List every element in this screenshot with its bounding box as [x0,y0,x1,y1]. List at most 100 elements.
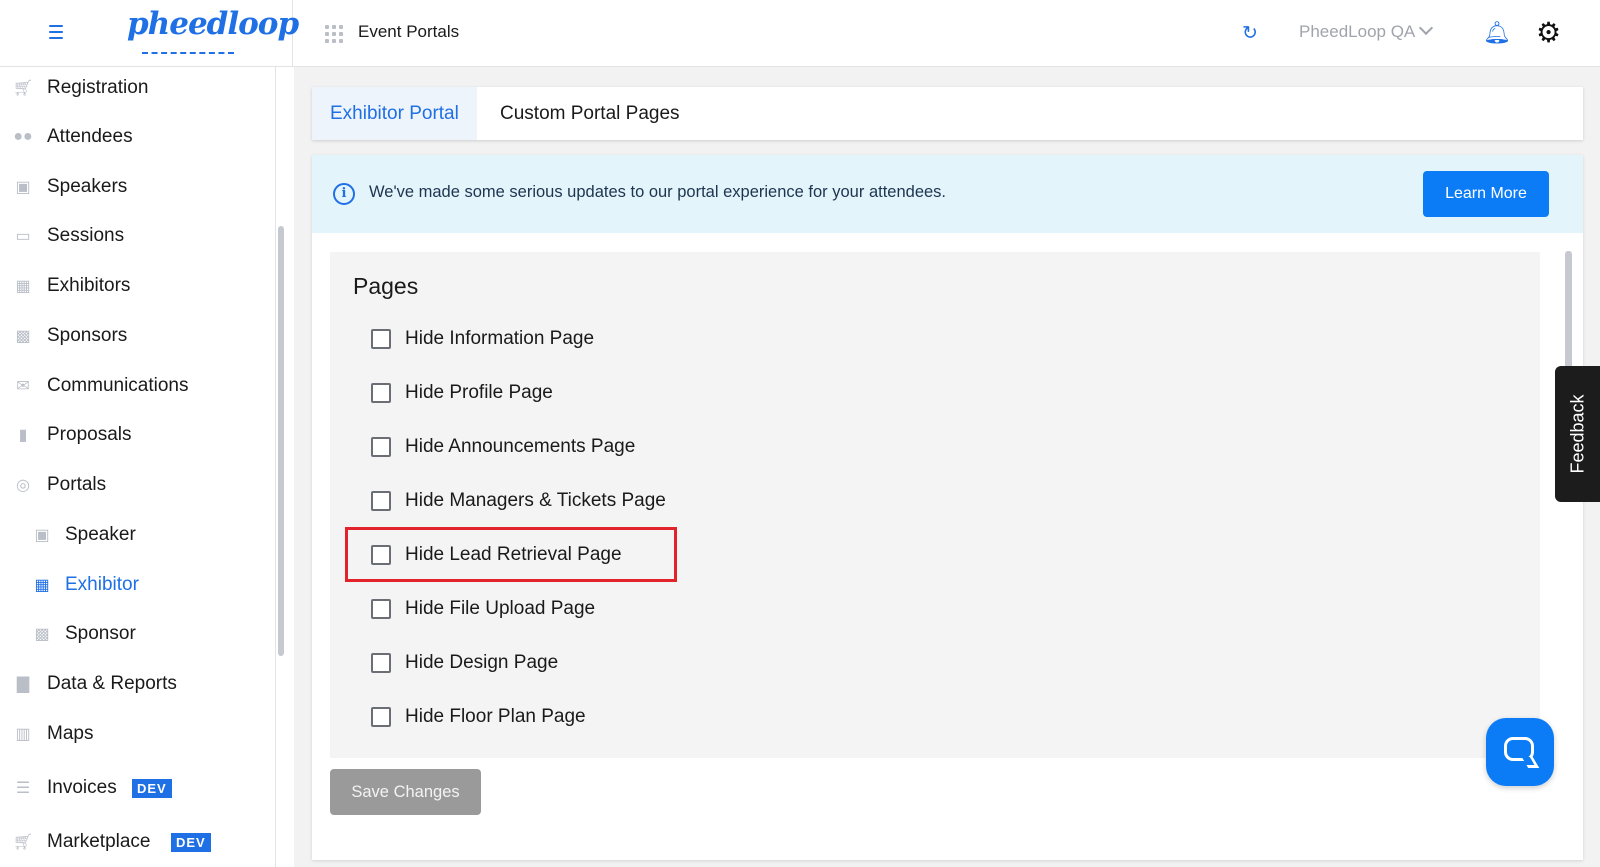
hide-design-page-option[interactable]: Hide Design Page [371,648,558,678]
refresh-icon[interactable]: ↻ [1242,22,1258,45]
store-icon: ▦ [34,577,50,594]
sidebar-item-attendees[interactable]: ●● Attendees [0,119,270,155]
sidebar-item-exhibitor-portal[interactable]: ▦ Exhibitor [0,567,270,603]
sidebar-item-invoices[interactable]: ☰ Invoices DEV [0,770,270,806]
sidebar-item-speaker-portal[interactable]: ▣ Speaker [0,517,270,553]
hide-managers-tickets-page-option[interactable]: Hide Managers & Tickets Page [371,486,666,516]
pheedloop-logo[interactable]: pheedloop [127,6,299,42]
sidebar-item-sponsor-portal[interactable]: ▩ Sponsor [0,616,270,652]
info-banner: i We've made some serious updates to our… [312,155,1583,233]
sidebar-item-label: Registration [47,77,149,98]
info-icon: i [333,183,355,205]
sidebar-item-label: Sessions [47,225,125,246]
sidebar-item-portals[interactable]: ◎ Portals [0,467,270,503]
sidebar-item-label: Portals [47,474,107,495]
portal-settings-card: i We've made some serious updates to our… [312,155,1583,860]
file-icon: ▮ [18,427,28,444]
chat-support-button[interactable] [1486,718,1554,786]
logo-area: pheedloop [0,0,299,67]
sidebar-item-sponsors[interactable]: ▩ Sponsors [0,318,270,354]
map-icon: ▥ [15,726,31,743]
globe-icon: ◎ [16,477,30,494]
checkbox[interactable] [371,437,391,457]
checkbox-label: Hide File Upload Page [405,598,596,619]
tab-exhibitor-portal[interactable]: Exhibitor Portal [312,87,477,140]
save-changes-button[interactable]: Save Changes [330,769,481,815]
sidebar-item-maps[interactable]: ▥ Maps [0,716,270,752]
sidebar-item-label: Communications [47,375,189,396]
sidebar-item-label: Marketplace [47,831,151,852]
main-content: Exhibitor Portal Custom Portal Pages i W… [294,67,1600,867]
sidebar-item-registration[interactable]: 🛒︎ Registration [0,70,270,106]
sidebar-item-data-reports[interactable]: ▇ Data & Reports [0,666,270,702]
invoice-icon: ☰ [15,780,31,797]
badge-icon: ▩ [15,328,31,345]
dev-badge: DEV [171,832,211,852]
sidebar-item-label: Sponsors [47,325,128,346]
sidebar-item-label: Proposals [47,424,132,445]
hide-lead-retrieval-page-option[interactable]: Hide Lead Retrieval Page [371,540,622,570]
store-icon: ▦ [15,278,31,295]
hide-information-page-option[interactable]: Hide Information Page [371,324,594,354]
sidebar-item-label: Maps [47,723,94,744]
sidebar-item-label: Data & Reports [47,673,177,694]
account-name: PheedLoop QA [1299,22,1416,41]
sidebar-item-communications[interactable]: ✉ Communications [0,368,270,404]
sidebar: 🛒︎ Registration ●● Attendees ▣ Speakers ▭ Se… [0,67,276,867]
checkbox[interactable] [371,653,391,673]
portal-tabs: Exhibitor Portal Custom Portal Pages [312,87,1583,140]
hamburger-menu-icon[interactable] [49,25,63,39]
apps-grid-icon[interactable] [325,25,343,43]
checkbox-label: Hide Information Page [405,328,595,349]
sidebar-item-marketplace[interactable]: 🛒︎ Marketplace DEV [0,824,270,860]
laptop-icon: ▭ [15,228,31,245]
pages-heading: Pages [353,273,419,299]
mail-icon: ✉ [16,378,30,395]
bell-icon[interactable]: 🔔︎ [1483,20,1511,46]
cart-icon: 🛒︎ [12,834,34,851]
content-scrollbar[interactable] [1565,251,1572,381]
hide-file-upload-page-option[interactable]: Hide File Upload Page [371,594,595,624]
sidebar-scrollbar[interactable] [278,226,284,656]
logo-underline [142,46,234,54]
sidebar-item-label: Speakers [47,176,128,197]
feedback-tab[interactable]: Feedback [1555,366,1600,502]
sidebar-item-label: Invoices [47,777,117,798]
chart-icon: ▇ [16,676,30,693]
sidebar-item-sessions[interactable]: ▭ Sessions [0,218,270,254]
top-header: pheedloop Event Portals ↻ PheedLoop QA 🔔… [0,0,1600,67]
checkbox[interactable] [371,599,391,619]
dev-badge: DEV [132,778,172,798]
info-banner-text: We've made some serious updates to our p… [369,183,947,201]
sidebar-item-label: Attendees [47,126,133,147]
hide-profile-page-option[interactable]: Hide Profile Page [371,378,553,408]
checkbox-label: Hide Announcements Page [405,436,636,457]
hide-floor-plan-page-option[interactable]: Hide Floor Plan Page [371,702,586,732]
speaker-icon: ▣ [34,527,50,544]
learn-more-button[interactable]: Learn More [1423,171,1549,217]
sidebar-item-label: Exhibitor [65,574,139,595]
sidebar-item-speakers[interactable]: ▣ Speakers [0,169,270,205]
badge-icon: ▩ [34,626,50,643]
checkbox[interactable] [371,707,391,727]
sidebar-item-proposals[interactable]: ▮ Proposals [0,417,270,453]
checkbox-label: Hide Managers & Tickets Page [405,490,666,511]
account-selector[interactable]: PheedLoop QA [1299,20,1434,42]
chat-bubble-tail [1521,757,1540,768]
checkbox-label: Hide Lead Retrieval Page [405,544,622,565]
sidebar-item-exhibitors[interactable]: ▦ Exhibitors [0,268,270,304]
sidebar-item-label: Speaker [65,524,136,545]
people-icon: ●● [13,128,33,145]
cart-icon: 🛒︎ [12,80,34,97]
speaker-icon: ▣ [15,179,31,196]
checkbox[interactable] [371,329,391,349]
hide-announcements-page-option[interactable]: Hide Announcements Page [371,432,635,462]
pages-section: Pages Hide Information Page Hide Profile… [330,252,1540,758]
checkbox-label: Hide Design Page [405,652,559,673]
checkbox[interactable] [371,383,391,403]
checkbox[interactable] [371,491,391,511]
checkbox[interactable] [371,545,391,565]
gear-icon[interactable]: ⚙ [1536,16,1561,49]
tab-custom-portal-pages[interactable]: Custom Portal Pages [482,87,698,140]
feedback-label: Feedback [1567,394,1587,474]
